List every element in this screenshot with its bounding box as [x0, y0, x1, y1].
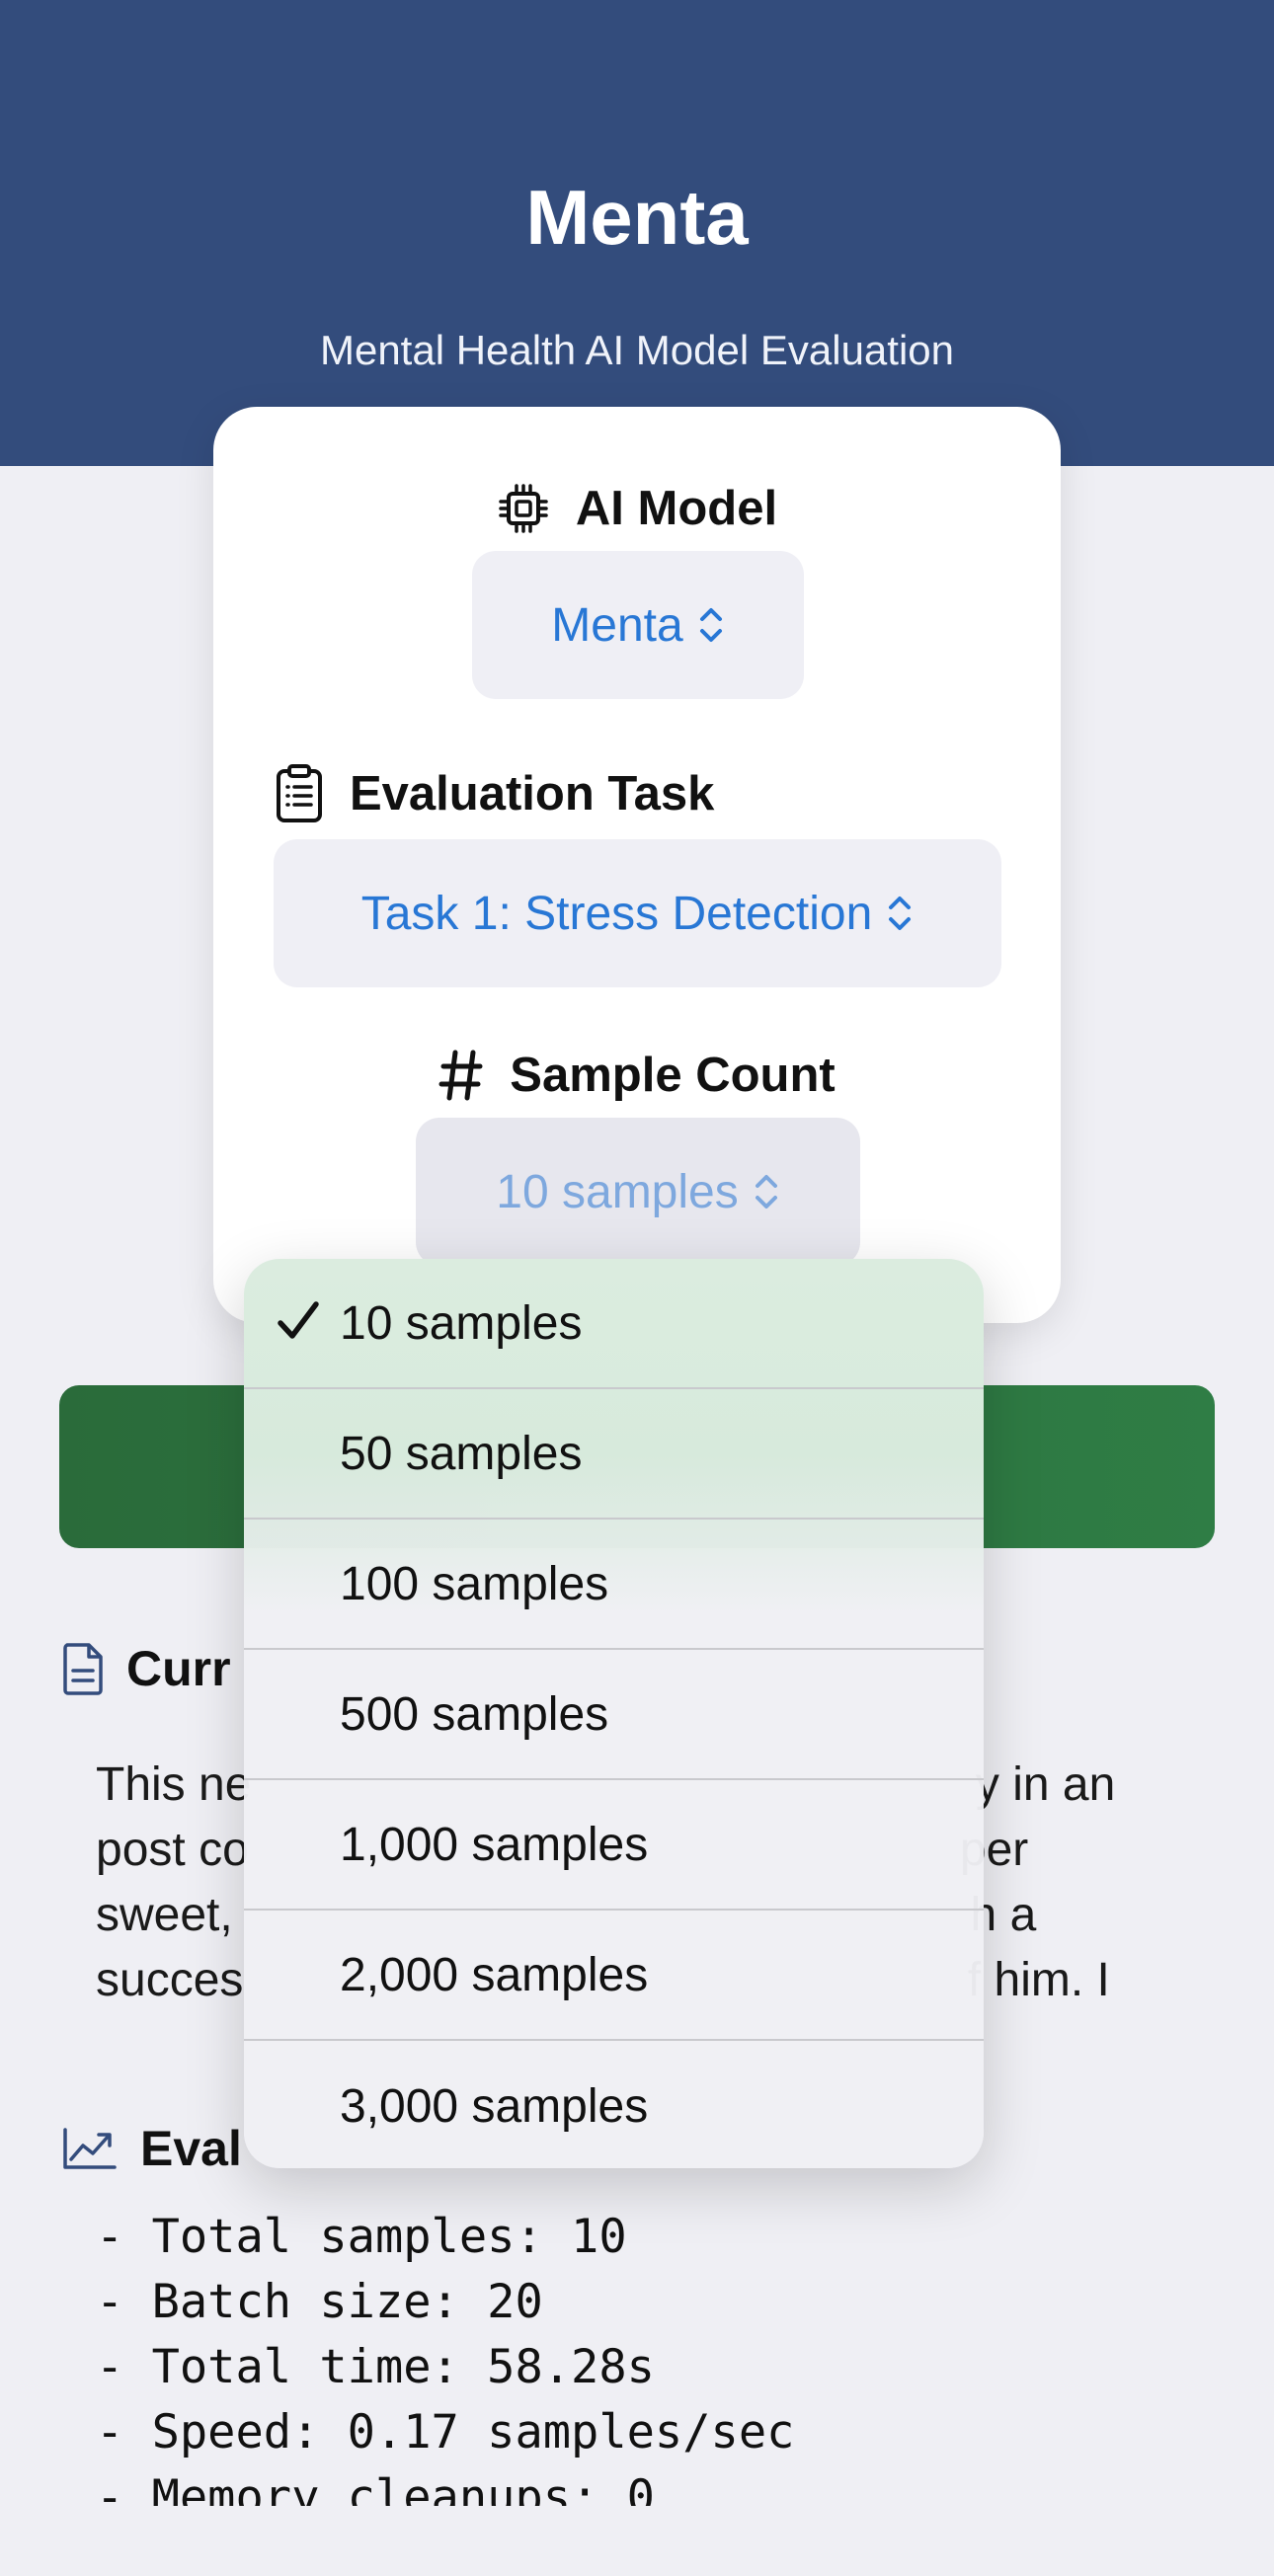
clipboard-icon — [275, 763, 324, 824]
menu-item-1000-samples[interactable]: 1,000 samples — [244, 1780, 984, 1911]
result-line: - Batch size: 20 — [96, 2275, 543, 2329]
model-picker[interactable]: Menta — [472, 551, 804, 699]
menu-item-label: 2,000 samples — [340, 1948, 649, 2001]
task-picker-value: Task 1: Stress Detection — [360, 887, 873, 940]
app-subtitle: Mental Health AI Model Evaluation — [319, 327, 955, 373]
chevron-up-down-icon — [697, 603, 725, 647]
chart-line-icon — [61, 2126, 119, 2171]
menu-item-50-samples[interactable]: 50 samples — [244, 1389, 984, 1520]
result-line: - Memory cleanups: 0 — [96, 2470, 655, 2506]
document-icon — [61, 1641, 105, 1696]
menu-item-3000-samples[interactable]: 3,000 samples — [244, 2041, 984, 2168]
model-picker-value: Menta — [551, 598, 683, 652]
model-title-label: AI Model — [575, 482, 778, 535]
sample-count-picker[interactable]: 10 samples — [416, 1118, 860, 1266]
evaluation-results-heading: Eval — [61, 2109, 242, 2188]
evaluation-results-text: - Total samples: 10 - Batch size: 20 - T… — [96, 2205, 1192, 2506]
result-line: - Speed: 0.17 samples/sec — [96, 2405, 795, 2459]
menu-item-100-samples[interactable]: 100 samples — [244, 1520, 984, 1650]
task-section-title: Evaluation Task — [275, 749, 714, 838]
menu-item-label: 1,000 samples — [340, 1818, 649, 1871]
sample-count-section-title: Sample Count — [213, 1031, 1061, 1120]
chevron-up-down-icon — [886, 892, 914, 935]
current-sample-title: Curr — [126, 1641, 231, 1696]
task-title-label: Evaluation Task — [350, 767, 715, 820]
current-sample-heading: Curr — [61, 1629, 231, 1708]
sample-count-dropdown-menu: 10 samples 50 samples 100 samples 500 sa… — [244, 1259, 984, 2168]
checkmark-icon — [278, 1301, 319, 1339]
menu-item-500-samples[interactable]: 500 samples — [244, 1650, 984, 1780]
menu-item-label: 500 samples — [340, 1687, 609, 1741]
result-line: - Total time: 58.28s — [96, 2340, 655, 2394]
header-banner: Menta Mental Health AI Model Evaluation — [0, 0, 1274, 466]
sample-count-picker-value: 10 samples — [496, 1165, 739, 1218]
cpu-icon — [497, 482, 550, 535]
menu-item-10-samples[interactable]: 10 samples — [244, 1259, 984, 1389]
menu-item-label: 50 samples — [340, 1427, 583, 1480]
model-section-title: AI Model — [213, 464, 1061, 553]
task-picker[interactable]: Task 1: Stress Detection — [274, 839, 1001, 987]
evaluation-results-title: Eval — [140, 2121, 242, 2176]
chevron-up-down-icon — [753, 1170, 780, 1213]
sample-count-title-label: Sample Count — [510, 1049, 836, 1102]
result-line: - Total samples: 10 — [96, 2210, 627, 2264]
menu-item-label: 10 samples — [340, 1296, 583, 1350]
menu-item-2000-samples[interactable]: 2,000 samples — [244, 1911, 984, 2041]
menu-item-label: 3,000 samples — [340, 2079, 649, 2133]
hash-icon — [438, 1049, 484, 1102]
menu-item-label: 100 samples — [340, 1557, 609, 1610]
app-title: Menta — [525, 174, 749, 261]
settings-card: AI Model Menta Evaluation Task Task 1: S… — [213, 407, 1061, 1323]
